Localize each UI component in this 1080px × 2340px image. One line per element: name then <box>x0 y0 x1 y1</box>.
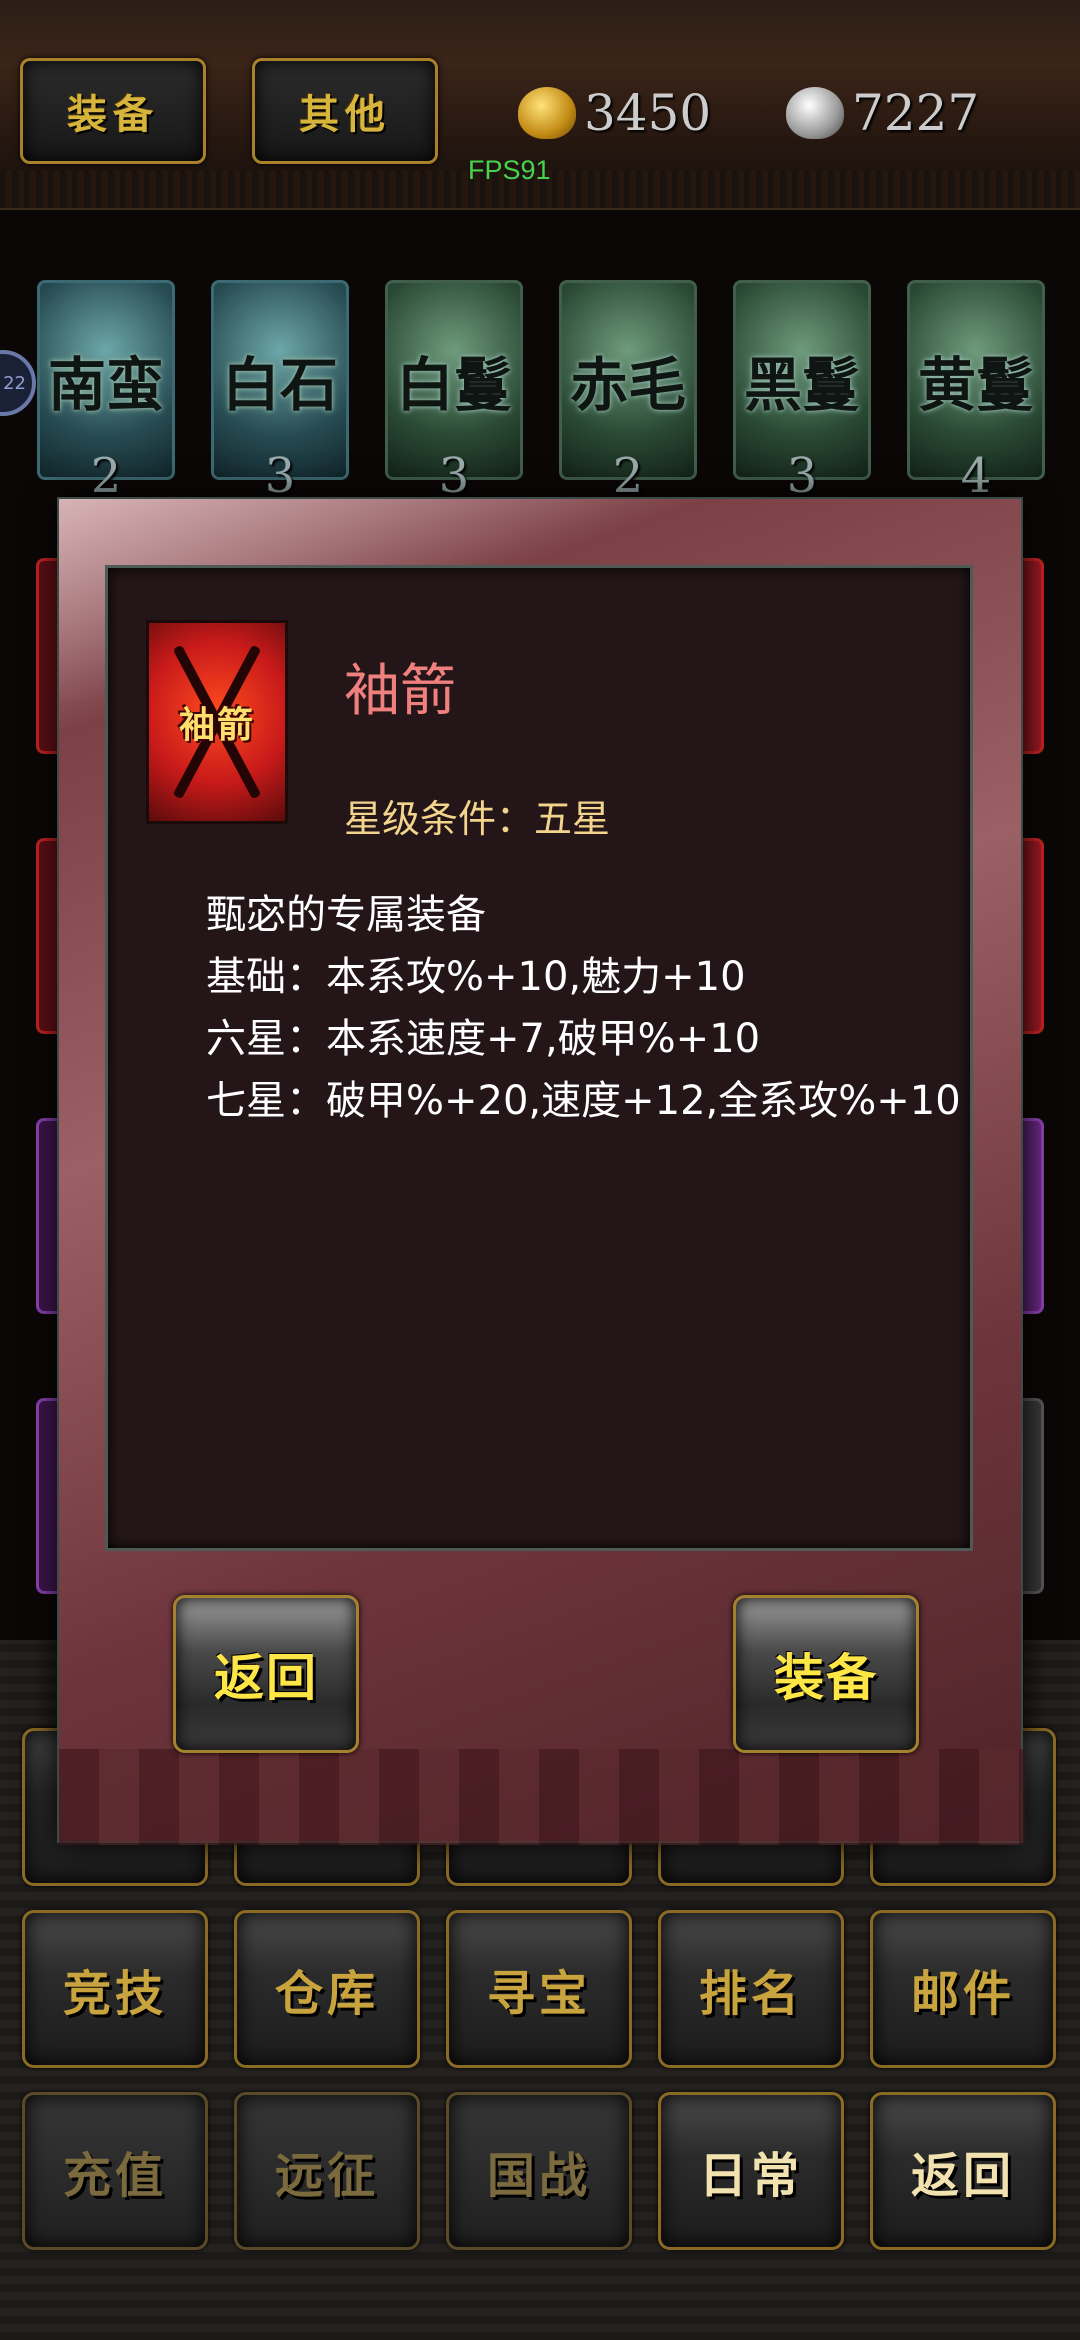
description-line: 六星：本系速度+7,破甲%+10 <box>206 1016 761 1062</box>
menu-button-expedition[interactable]: 远征 <box>234 2092 420 2250</box>
menu-button-ranking[interactable]: 排名 <box>658 1910 844 2068</box>
dialog-equip-button[interactable]: 装备 <box>733 1595 919 1753</box>
item-description: 甄宓的专属装备 基础：本系攻%+10,魅力+10 六星：本系速度+7,破甲%+1… <box>206 884 961 1132</box>
silver-ingot-icon <box>786 87 844 139</box>
item-detail-dialog: 袖箭 袖箭 星级条件：五星 甄宓的专属装备 基础：本系攻%+10,魅力+10 六… <box>57 497 1025 1845</box>
hero-count: 3 <box>438 448 470 504</box>
item-name: 袖箭 <box>344 659 456 724</box>
menu-button-arena[interactable]: 竞技 <box>22 1910 208 2068</box>
menu-button-nation-war[interactable]: 国战 <box>446 2092 632 2250</box>
description-line: 七星：破甲%+20,速度+12,全系攻%+10 <box>206 1078 961 1124</box>
description-line: 甄宓的专属装备 <box>206 892 486 938</box>
hero-count: 4 <box>960 448 992 504</box>
menu-button-treasure[interactable]: 寻宝 <box>446 1910 632 2068</box>
silver-amount: 7227 <box>852 84 980 142</box>
menu-button-warehouse[interactable]: 仓库 <box>234 1910 420 2068</box>
menu-button-daily[interactable]: 日常 <box>658 2092 844 2250</box>
hero-count: 2 <box>612 448 644 504</box>
tab-other[interactable]: 其他 <box>252 58 438 164</box>
dialog-back-button[interactable]: 返回 <box>173 1595 359 1753</box>
dialog-content-panel: 袖箭 袖箭 星级条件：五星 甄宓的专属装备 基础：本系攻%+10,魅力+10 六… <box>105 565 973 1551</box>
silver-counter: 7227 <box>786 78 979 148</box>
menu-button-mail[interactable]: 邮件 <box>870 1910 1056 2068</box>
gold-counter: 3450 <box>518 78 711 148</box>
gold-amount: 3450 <box>584 84 712 142</box>
gold-ingot-icon <box>518 87 576 139</box>
tab-equipment[interactable]: 装备 <box>20 58 206 164</box>
side-level-badge[interactable]: 22 <box>0 350 36 416</box>
hero-count: 2 <box>90 448 122 504</box>
menu-button-back[interactable]: 返回 <box>870 2092 1056 2250</box>
sleeve-arrow-icon: 袖箭 <box>146 620 288 824</box>
hero-count: 3 <box>786 448 818 504</box>
description-line: 基础：本系攻%+10,魅力+10 <box>206 954 746 1000</box>
hero-count: 3 <box>264 448 296 504</box>
dialog-decoration <box>59 1749 1025 1845</box>
menu-button-recharge[interactable]: 充值 <box>22 2092 208 2250</box>
star-requirement: 星级条件：五星 <box>344 797 611 841</box>
fps-counter: FPS91 <box>468 155 551 185</box>
